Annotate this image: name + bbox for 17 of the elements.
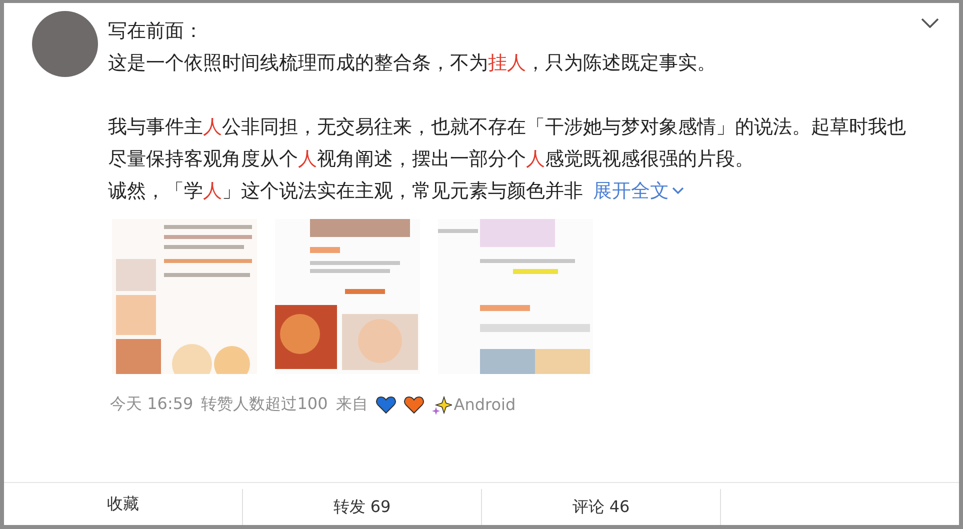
chevron-down-icon[interactable] xyxy=(921,18,939,28)
source-label: 来自 xyxy=(336,394,368,415)
action-button[interactable]: 评论 46 xyxy=(564,492,638,522)
post-text: 写在前面： xyxy=(108,19,203,44)
post-text: 诚然，「学人」这个说法实在主观，常见元素与颜色并非 xyxy=(108,179,583,204)
post-text: 尽量保持客观角度从个人视角阐述，摆出一部分个人感觉既视感很强的片段。 xyxy=(108,147,754,172)
action-button[interactable]: 转发 69 xyxy=(325,492,399,522)
action-button[interactable]: 收藏 xyxy=(99,490,147,518)
post-text: 我与事件主人公非同担，无交易往来，也就不存在「干涉她与梦对象感情」的说法。起草时我也 xyxy=(108,115,906,140)
post-time: 今天 16:59 xyxy=(110,394,194,415)
post-text: 这是一个依照时间线梳理而成的整合条，不为挂人，只为陈述既定事实。 xyxy=(108,51,716,76)
heart-icon xyxy=(376,396,396,414)
heart-icon xyxy=(404,396,424,414)
repost-note: 转赞人数超过100 xyxy=(201,394,328,415)
expand-link[interactable]: 展开全文 xyxy=(593,175,669,207)
chevron-down-icon xyxy=(672,187,684,195)
sparkle-icon xyxy=(432,394,452,414)
